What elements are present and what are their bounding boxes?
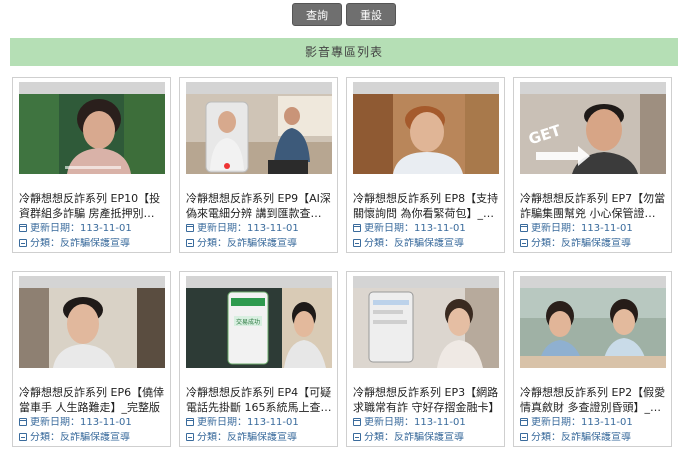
video-card[interactable]: 交易成功 冷靜想想反詐系列 EP4【可疑電話先掛斷 165系統馬上查證】 更新日… [179, 271, 338, 447]
category-value: 反詐騙保護宣導 [394, 432, 464, 443]
category-label: 分類： [30, 238, 60, 249]
category-icon [19, 239, 27, 247]
category-value: 反詐騙保護宣導 [60, 238, 130, 249]
category: 分類：反詐騙保護宣導 [520, 432, 670, 444]
update-date: 更新日期：113-11-01 [520, 417, 670, 429]
category-label: 分類： [197, 432, 227, 443]
update-date: 更新日期：113-11-01 [19, 417, 169, 429]
calendar-icon [353, 418, 361, 426]
date-label: 更新日期： [531, 417, 581, 428]
category-value: 反詐騙保護宣導 [60, 432, 130, 443]
calendar-icon [19, 418, 27, 426]
video-thumbnail[interactable] [186, 82, 332, 174]
date-label: 更新日期： [364, 223, 414, 234]
date-value: 113-11-01 [414, 417, 466, 428]
video-thumbnail[interactable] [19, 82, 165, 174]
category: 分類：反詐騙保護宣導 [520, 238, 670, 250]
video-title[interactable]: 冷靜想想反詐系列 EP7【勿當詐騙集團幫兇 小心保管證件帳戶】 [520, 191, 666, 221]
reset-button[interactable]: 重設 [346, 3, 396, 26]
category: 分類：反詐騙保護宣導 [186, 238, 336, 250]
category-value: 反詐騙保護宣導 [227, 432, 297, 443]
category-value: 反詐騙保護宣導 [561, 432, 631, 443]
video-thumbnail[interactable] [353, 276, 499, 368]
date-value: 113-11-01 [414, 223, 466, 234]
category: 分類：反詐騙保護宣導 [353, 238, 503, 250]
video-thumbnail[interactable]: GET [520, 82, 666, 174]
video-thumbnail[interactable] [353, 82, 499, 174]
category-label: 分類： [364, 238, 394, 249]
category-label: 分類： [531, 238, 561, 249]
calendar-icon [520, 418, 528, 426]
video-title[interactable]: 冷靜想想反詐系列 EP2【假愛情真斂財 多查證別昏頭】_完整版 [520, 385, 666, 415]
update-date: 更新日期：113-11-01 [353, 223, 503, 235]
category-label: 分類： [197, 238, 227, 249]
video-card[interactable]: 冷靜想想反詐系列 EP9【AI深偽來電細分辨 講到匯款查證要】 更新日期：113… [179, 77, 338, 253]
category-icon [520, 433, 528, 441]
video-card[interactable]: GET 冷靜想想反詐系列 EP7【勿當詐騙集團幫兇 小心保管證件帳戶】 更新日期… [513, 77, 672, 253]
date-value: 113-11-01 [581, 223, 633, 234]
video-title[interactable]: 冷靜想想反詐系列 EP10【投資群組多詐騙 房產抵押別大意】 [19, 191, 165, 221]
date-label: 更新日期： [197, 223, 247, 234]
category-label: 分類： [364, 432, 394, 443]
video-thumbnail[interactable] [520, 276, 666, 368]
update-date: 更新日期：113-11-01 [186, 417, 336, 429]
calendar-icon [19, 224, 27, 232]
date-value: 113-11-01 [247, 223, 299, 234]
video-title[interactable]: 冷靜想想反詐系列 EP4【可疑電話先掛斷 165系統馬上查證】 [186, 385, 332, 415]
video-card[interactable]: 冷靜想想反詐系列 EP8【支持關懷詢問 為你看緊荷包】_完整版 更新日期：113… [346, 77, 505, 253]
calendar-icon [520, 224, 528, 232]
video-title[interactable]: 冷靜想想反詐系列 EP3【網路求職常有詐 守好存摺金融卡】 [353, 385, 499, 415]
calendar-icon [353, 224, 361, 232]
calendar-icon [186, 224, 194, 232]
update-date: 更新日期：113-11-01 [353, 417, 503, 429]
category-icon [353, 239, 361, 247]
update-date: 更新日期：113-11-01 [520, 223, 670, 235]
category-value: 反詐騙保護宣導 [561, 238, 631, 249]
date-label: 更新日期： [30, 223, 80, 234]
category-value: 反詐騙保護宣導 [227, 238, 297, 249]
date-value: 113-11-01 [581, 417, 633, 428]
search-button[interactable]: 查詢 [292, 3, 342, 26]
category: 分類：反詐騙保護宣導 [19, 432, 169, 444]
update-date: 更新日期：113-11-01 [186, 223, 336, 235]
category-icon [353, 433, 361, 441]
calendar-icon [186, 418, 194, 426]
search-button-bar: 查詢 重設 [0, 3, 700, 27]
date-value: 113-11-01 [247, 417, 299, 428]
section-header: 影音專區列表 [10, 38, 678, 66]
category-icon [19, 433, 27, 441]
category: 分類：反詐騙保護宣導 [353, 432, 503, 444]
phone-banner-text: 交易成功 [236, 318, 260, 326]
date-value: 113-11-01 [80, 223, 132, 234]
video-card[interactable]: 冷靜想想反詐系列 EP10【投資群組多詐騙 房產抵押別大意】 更新日期：113-… [12, 77, 171, 253]
video-title[interactable]: 冷靜想想反詐系列 EP9【AI深偽來電細分辨 講到匯款查證要】 [186, 191, 332, 221]
date-label: 更新日期： [197, 417, 247, 428]
category-icon [186, 433, 194, 441]
category-label: 分類： [531, 432, 561, 443]
category-value: 反詐騙保護宣導 [394, 238, 464, 249]
video-title[interactable]: 冷靜想想反詐系列 EP8【支持關懷詢問 為你看緊荷包】_完整版 [353, 191, 499, 221]
date-label: 更新日期： [531, 223, 581, 234]
video-thumbnail[interactable] [19, 276, 165, 368]
category: 分類：反詐騙保護宣導 [186, 432, 336, 444]
video-card[interactable]: 冷靜想想反詐系列 EP2【假愛情真斂財 多查證別昏頭】_完整版 更新日期：113… [513, 271, 672, 447]
category-icon [186, 239, 194, 247]
date-label: 更新日期： [30, 417, 80, 428]
date-label: 更新日期： [364, 417, 414, 428]
category-label: 分類： [30, 432, 60, 443]
video-card[interactable]: 冷靜想想反詐系列 EP3【網路求職常有詐 守好存摺金融卡】 更新日期：113-1… [346, 271, 505, 447]
video-card[interactable]: 冷靜想想反詐系列 EP6【僥倖當車手 人生路難走】_完整版 更新日期：113-1… [12, 271, 171, 447]
date-value: 113-11-01 [80, 417, 132, 428]
video-title[interactable]: 冷靜想想反詐系列 EP6【僥倖當車手 人生路難走】_完整版 [19, 385, 165, 415]
update-date: 更新日期：113-11-01 [19, 223, 169, 235]
category: 分類：反詐騙保護宣導 [19, 238, 169, 250]
category-icon [520, 239, 528, 247]
video-thumbnail[interactable]: 交易成功 [186, 276, 332, 368]
